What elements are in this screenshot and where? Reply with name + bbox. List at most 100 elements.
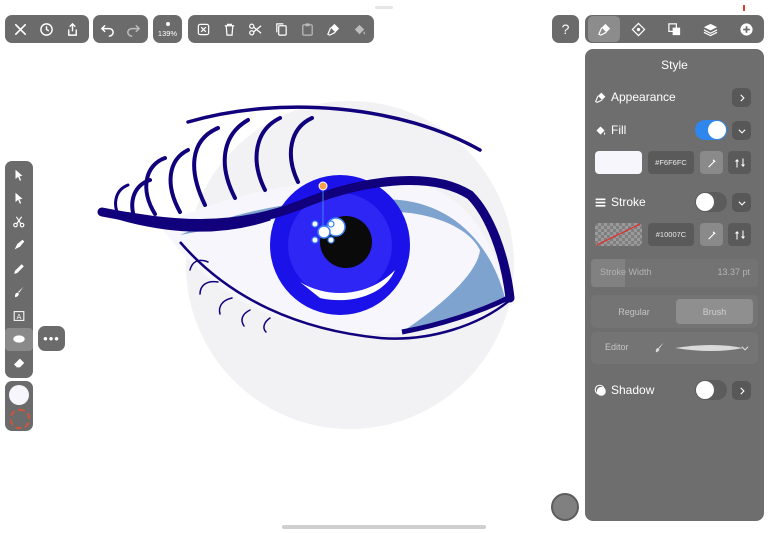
node-tool[interactable] [5,187,33,211]
chevron-right-icon [739,93,745,102]
arrow-pointer-icon [15,169,23,181]
tab-add[interactable] [728,14,764,44]
undo-button[interactable] [94,14,120,44]
close-button[interactable] [7,14,33,44]
fill-options-button[interactable] [728,151,751,174]
stroke-expand-button[interactable] [732,193,751,212]
shadow-toggle[interactable] [695,380,727,400]
pen-tool[interactable] [5,234,33,258]
pen-nib-icon [14,240,25,250]
scissors-tool[interactable] [5,210,33,234]
selection-tool[interactable] [5,163,33,187]
chevron-down-icon [737,128,746,134]
paste-style-button[interactable] [346,14,372,44]
chevron-right-icon [739,386,745,395]
paste-button[interactable] [294,14,320,44]
clock-icon [39,22,53,36]
shape-tool[interactable] [5,327,33,351]
deselect-button[interactable] [190,14,216,44]
fill-color-well[interactable] [9,385,29,405]
tools-palette: A [5,161,33,378]
tab-arrange[interactable] [620,14,656,44]
share-button[interactable] [59,14,85,44]
stroke-width-slider[interactable]: Stroke Width 13.37 pt [591,259,758,287]
redo-button[interactable] [120,14,146,44]
scissors-icon [13,216,25,228]
paint-bucket-icon [354,24,365,35]
stroke-options-button[interactable] [728,223,751,246]
deselect-icon [197,23,209,35]
ellipsis-icon: ••• [43,330,60,346]
cut-button[interactable] [242,14,268,44]
inspector-tabs [585,15,764,43]
tab-layers[interactable] [692,14,728,44]
copy-button[interactable] [268,14,294,44]
copy-icon [275,22,287,36]
chevron-down-icon [737,200,746,206]
pencil-icon [14,263,24,274]
boolean-icon [667,22,680,35]
pencil-tool[interactable] [5,257,33,281]
fill-expand-button[interactable] [732,121,751,140]
editor-label: Editor [605,342,629,352]
paint-bucket-icon [596,125,606,135]
brush-icon [597,23,610,36]
style-panel: Style Appearance Fill #F6F6FC Stroke #10… [585,49,764,521]
stroke-toggle[interactable] [695,192,727,212]
copy-style-button[interactable] [320,14,346,44]
svg-text:A: A [17,313,22,321]
fill-label: Fill [611,123,627,137]
eyedropper-icon [707,230,716,239]
fill-toggle[interactable] [695,120,727,140]
zoom-label: 139% [157,29,178,38]
close-icon [14,23,26,35]
shadow-expand-button[interactable] [732,381,751,400]
brush-editor-row: Editor [591,332,758,364]
mode-regular[interactable]: Regular [596,299,672,324]
edit-actions-group [188,15,374,43]
help-icon: ? [561,21,570,37]
stroke-eyedropper-button[interactable] [700,223,723,246]
arrange-icon [631,22,645,36]
stroke-width-label: Stroke Width [600,267,652,277]
eraser-tool[interactable] [5,351,33,375]
ellipse-icon [13,335,25,343]
shadow-icon [594,384,606,396]
brush-stroke-icon [15,287,24,298]
floating-modifier-button[interactable] [551,493,579,521]
appearance-label: Appearance [611,90,676,104]
stroke-color-well[interactable] [10,409,30,429]
file-actions-group [5,15,89,43]
delete-button[interactable] [216,14,242,44]
brush-icon [594,92,606,103]
tab-boolean[interactable] [656,14,692,44]
help-button[interactable]: ? [552,15,579,43]
chevron-down-icon[interactable] [740,343,750,353]
zoom-dot-icon [165,22,170,26]
brush-icon [326,23,339,36]
fill-hex-field[interactable]: #F6F6FC [648,151,694,174]
stroke-color-swatch[interactable] [595,223,642,246]
stroke-width-value: 13.37 pt [717,267,750,277]
stroke-hex-field[interactable]: #10007C [648,223,694,246]
text-box-icon: A [13,310,25,321]
appearance-expand-button[interactable] [732,88,751,107]
fill-eyedropper-button[interactable] [700,151,723,174]
node-pointer-icon [15,193,23,205]
eyedropper-icon [707,158,716,167]
stroke-mode-segmented: Regular Brush [591,295,758,328]
status-indicator [743,5,745,11]
scissors-icon [248,23,262,35]
tab-style[interactable] [588,16,620,42]
paste-icon [301,22,313,36]
tool-options-button[interactable]: ••• [38,326,65,351]
zoom-indicator[interactable]: 139% [153,15,182,43]
brush-tool[interactable] [5,281,33,305]
text-tool[interactable]: A [5,304,33,328]
brush-editor-icon[interactable] [653,341,666,354]
undo-icon [100,24,114,37]
history-button[interactable] [33,14,59,44]
trash-icon [224,23,234,36]
mode-brush[interactable]: Brush [676,299,753,324]
fill-color-swatch[interactable] [595,151,642,174]
